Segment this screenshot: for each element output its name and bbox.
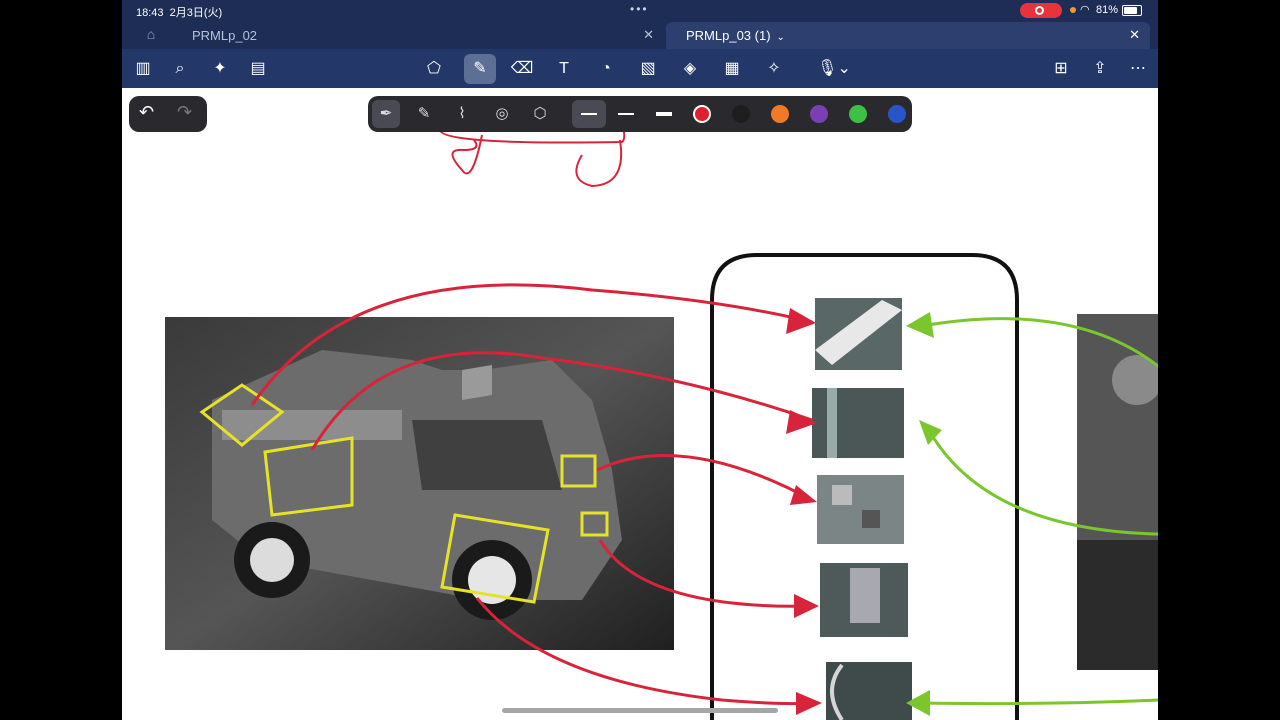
lasso-pen-icon[interactable]: ⬡ xyxy=(526,100,554,128)
ipad-screen: 18:43 2月3日(火) ••• ◠ 81% ⌂ PRMLp_02 ✕ PRM… xyxy=(122,0,1158,720)
undo-redo-pill: ↶ ↷ xyxy=(129,96,207,132)
color-swatch-black[interactable] xyxy=(732,105,750,123)
pen-palette: ✒ ✎ ⌇ ◎ ⬡ xyxy=(368,96,912,132)
patch-image xyxy=(817,475,904,544)
home-indicator[interactable] xyxy=(502,708,778,713)
highlighter-icon[interactable]: ⌇ xyxy=(448,100,476,128)
shape-pen-icon[interactable]: ◎ xyxy=(488,100,516,128)
stroke-thin-button[interactable] xyxy=(572,100,606,128)
red-ink-loop-left xyxy=(451,134,483,175)
color-swatch-blue[interactable] xyxy=(888,105,906,123)
ballpoint-pen-icon[interactable]: ✎ xyxy=(410,100,438,128)
color-swatch-orange[interactable] xyxy=(771,105,789,123)
stroke-medium-button[interactable] xyxy=(612,100,640,128)
redo-icon[interactable]: ↷ xyxy=(177,102,192,123)
color-swatch-green[interactable] xyxy=(849,105,867,123)
color-swatch-red[interactable] xyxy=(693,105,711,123)
undo-icon[interactable]: ↶ xyxy=(139,102,154,123)
stroke-thick-button[interactable] xyxy=(650,100,678,128)
fountain-pen-icon[interactable]: ✒ xyxy=(372,100,400,128)
patch-image xyxy=(812,388,904,458)
red-ink-loop-right xyxy=(575,139,623,188)
color-swatch-purple[interactable] xyxy=(810,105,828,123)
